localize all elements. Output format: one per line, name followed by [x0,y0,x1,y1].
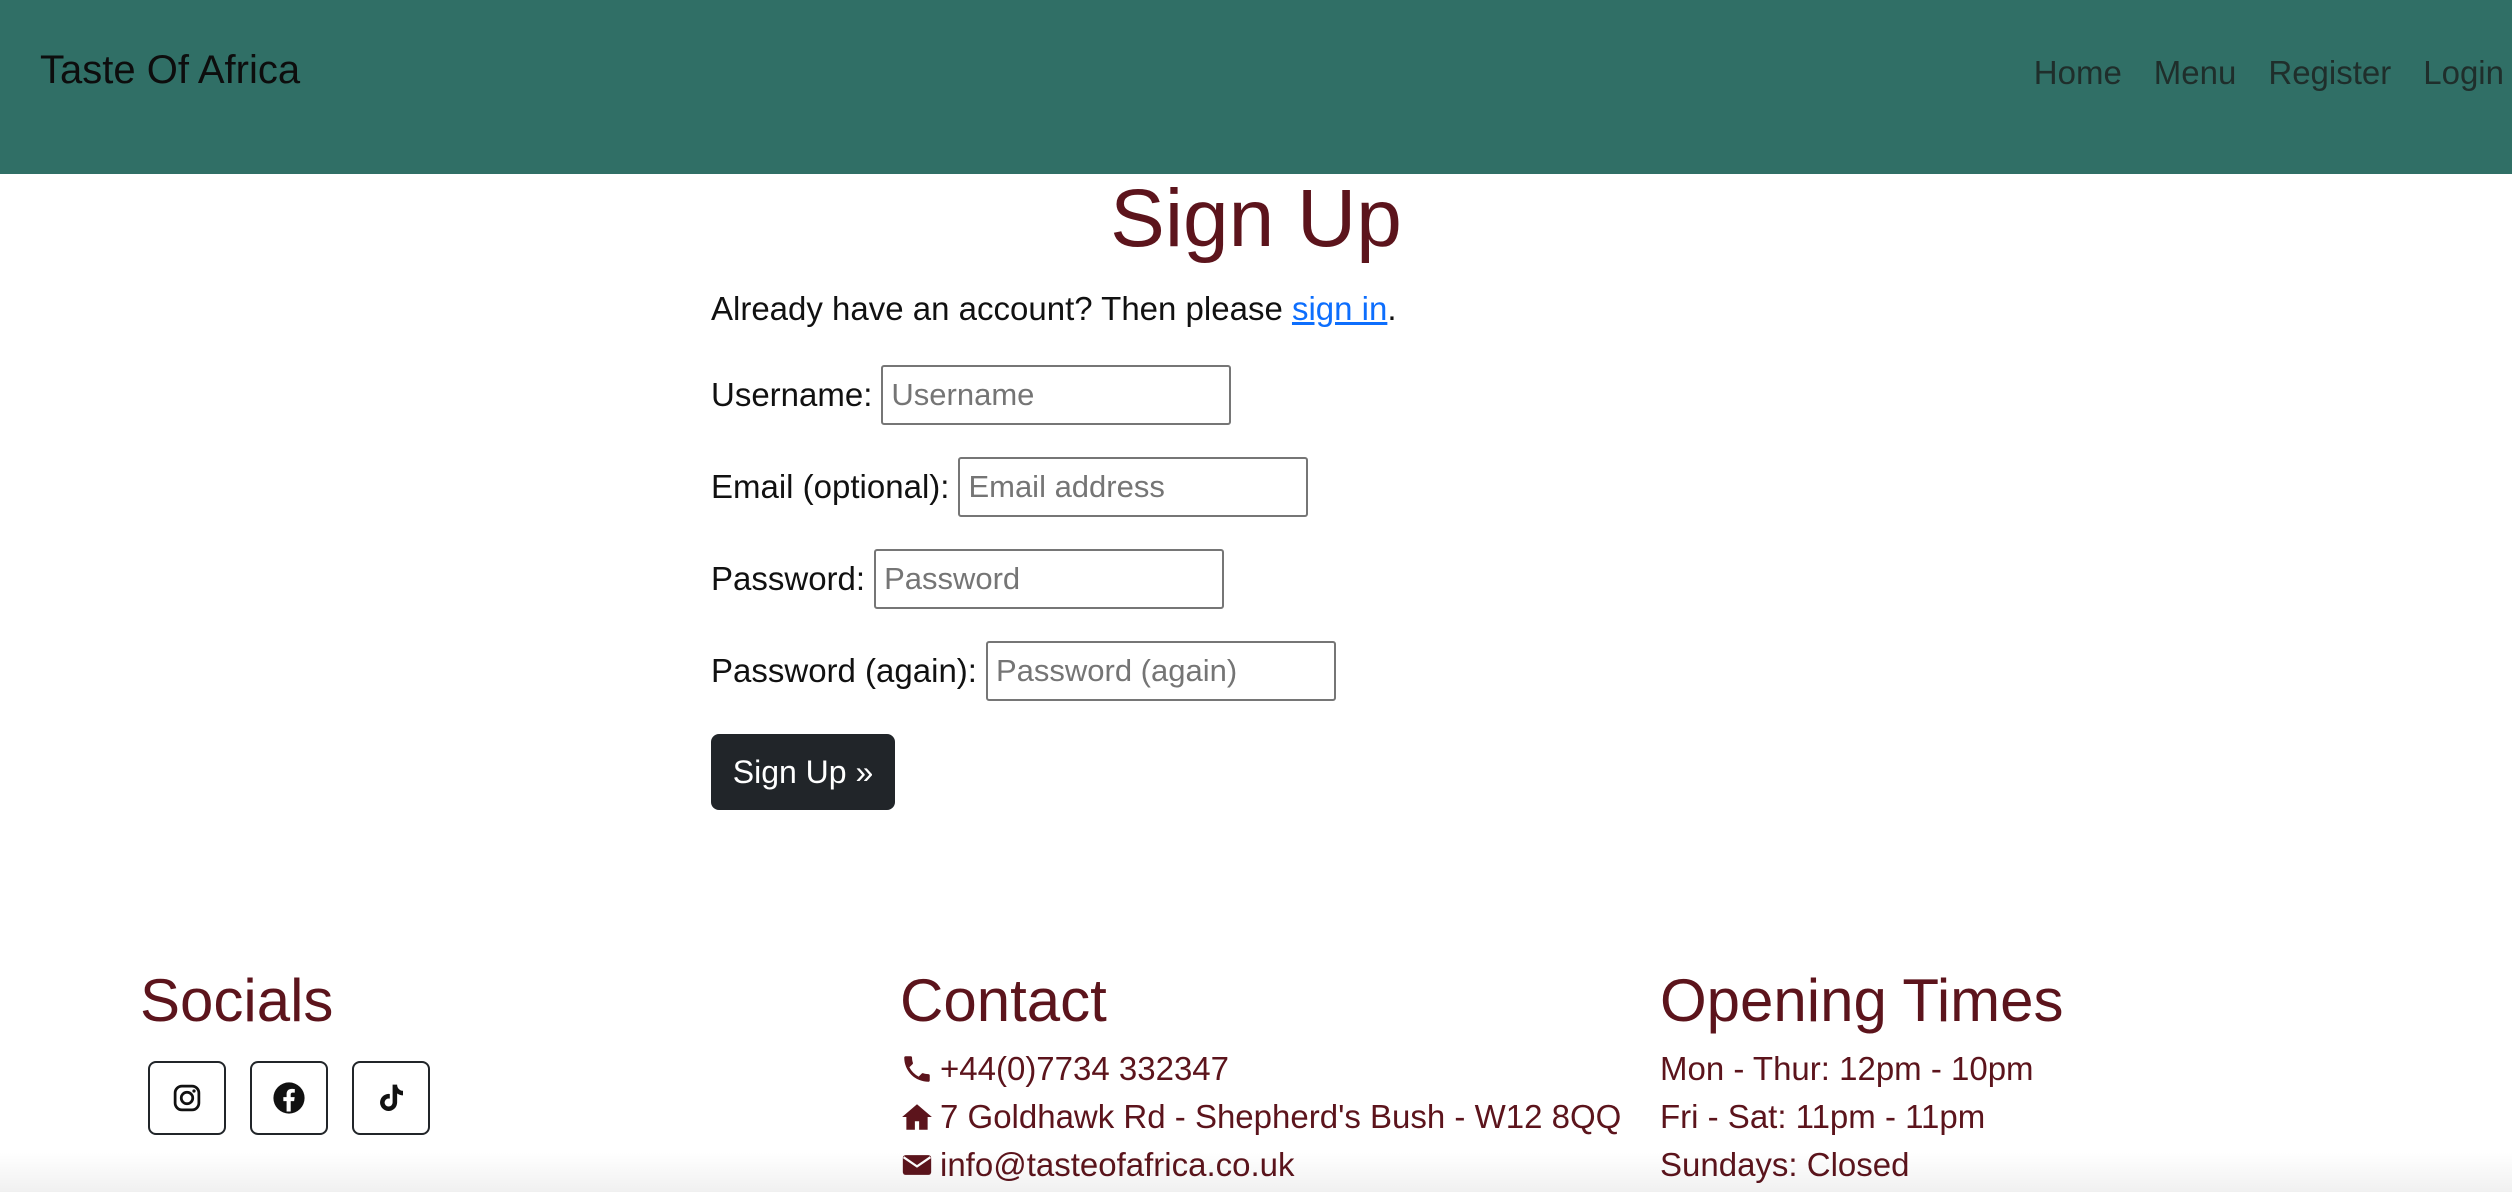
sign-in-link[interactable]: sign in [1292,290,1387,327]
password-again-row: Password (again): [711,641,1336,701]
email-input[interactable] [958,457,1309,517]
tiktok-button[interactable] [352,1061,430,1135]
opening-times-weekend: Fri - Sat: 11pm - 11pm [1660,1098,1986,1135]
password-again-label: Password (again): [711,652,977,689]
navbar: Taste Of Africa Home Menu Register Login [0,0,2512,174]
nav-link-menu[interactable]: Menu [2154,54,2237,92]
signin-prompt: Already have an account? Then please sig… [711,290,1397,328]
password-again-input[interactable] [985,641,1336,701]
instagram-button[interactable] [148,1061,226,1135]
socials-heading: Socials [140,967,334,1034]
facebook-icon [273,1082,305,1114]
contact-heading: Contact [900,967,1107,1034]
email-row: Email (optional): [711,457,1309,517]
nav-link-home[interactable]: Home [2034,54,2122,92]
nav-link-login[interactable]: Login [2423,54,2504,92]
opening-times-sunday: Sundays: Closed [1660,1146,1910,1183]
facebook-button[interactable] [250,1061,328,1135]
signin-prompt-end: . [1387,290,1397,327]
sign-up-button[interactable]: Sign Up » [711,734,895,810]
nav-link-register[interactable]: Register [2268,54,2391,92]
phone-icon [900,1052,934,1086]
password-label: Password: [711,560,866,597]
socials-column: Socials [140,966,333,1045]
contact-address-text: 7 Goldhawk Rd - Shepherd's Bush - W12 8Q… [940,1098,1622,1135]
username-row: Username: [711,365,1232,425]
contact-email: info@tasteofafrica.co.uk [900,1141,1621,1189]
social-buttons [148,1061,430,1135]
username-input[interactable] [881,365,1232,425]
signin-prompt-text: Already have an account? Then please [711,290,1292,327]
contact-column: Contact +44(0)7734 332347 7 Goldhawk Rd … [900,966,1621,1189]
email-label: Email (optional): [711,468,950,505]
opening-times-weekday: Mon - Thur: 12pm - 10pm [1660,1050,2034,1087]
contact-phone: +44(0)7734 332347 [900,1045,1621,1093]
page-title: Sign Up [1110,173,1402,264]
contact-address: 7 Goldhawk Rd - Shepherd's Bush - W12 8Q… [900,1093,1621,1141]
instagram-icon [173,1084,201,1112]
brand-link[interactable]: Taste Of Africa [40,48,300,93]
tiktok-icon [380,1084,403,1111]
contact-phone-text: +44(0)7734 332347 [940,1050,1230,1087]
contact-email-text: info@tasteofafrica.co.uk [940,1146,1295,1183]
opening-times-column: Opening Times Mon - Thur: 12pm - 10pm Fr… [1660,966,2064,1189]
home-icon [900,1100,934,1134]
password-row: Password: [711,549,1225,609]
username-label: Username: [711,376,873,413]
envelope-icon [900,1148,934,1182]
opening-times-heading: Opening Times [1660,967,2064,1034]
nav-links: Home Menu Register Login [2034,54,2504,92]
password-input[interactable] [874,549,1225,609]
